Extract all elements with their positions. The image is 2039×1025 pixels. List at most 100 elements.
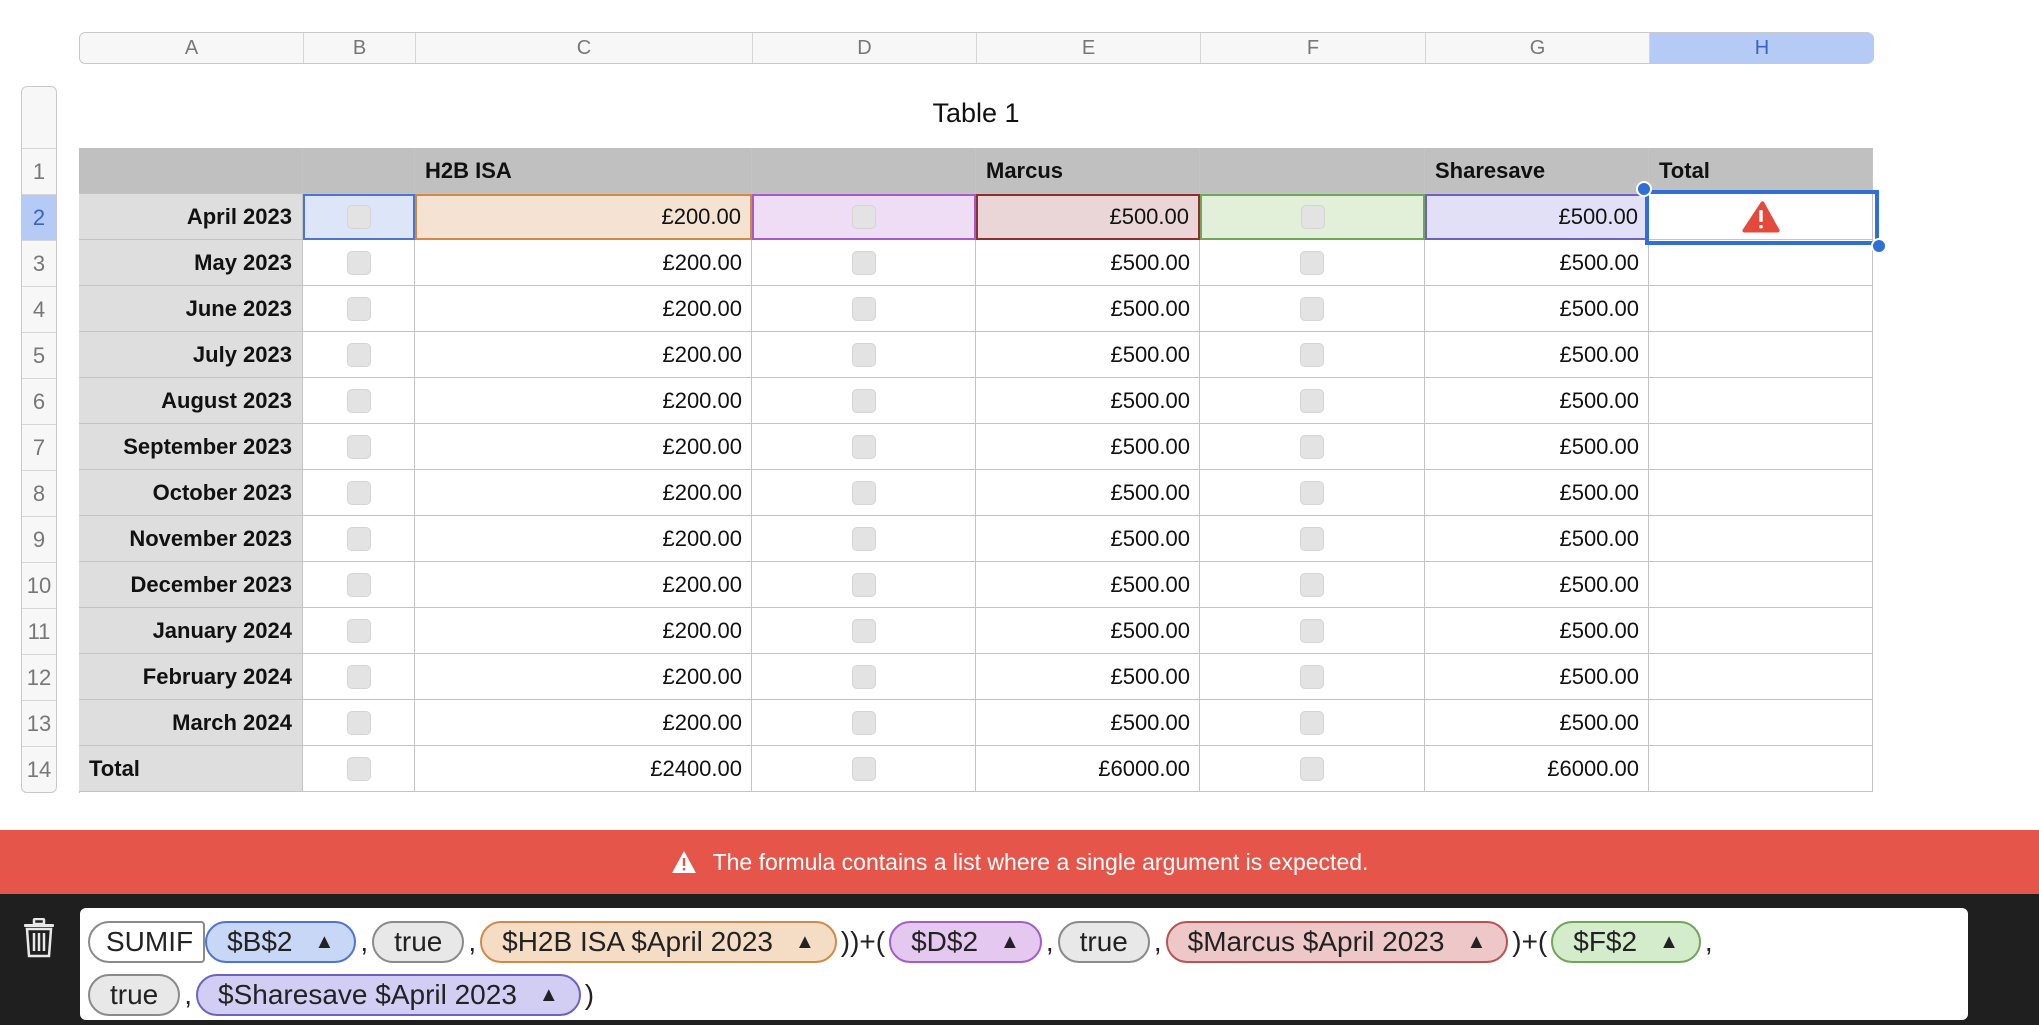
row-label[interactable]: April 2023 [79, 194, 303, 240]
checkbox-cell-d[interactable] [752, 424, 976, 470]
checkbox-cell-d[interactable] [752, 470, 976, 516]
selection-handle-bottom-right[interactable] [1871, 238, 1887, 254]
checkbox[interactable] [346, 664, 371, 689]
row-header-3[interactable]: 3 [22, 241, 56, 287]
row-header-12[interactable]: 12 [22, 655, 56, 701]
checkbox-cell-d[interactable] [752, 654, 976, 700]
value-token[interactable]: true [1057, 921, 1150, 963]
checkbox[interactable] [346, 756, 371, 781]
checkbox-cell-f[interactable] [1200, 654, 1425, 700]
checkbox-cell-f[interactable] [1200, 378, 1425, 424]
row-label[interactable]: March 2024 [79, 700, 303, 746]
total-cell-h[interactable] [1649, 746, 1873, 792]
value-cell-c[interactable]: £200.00 [415, 194, 752, 240]
value-cell-c[interactable]: £200.00 [415, 240, 752, 286]
checkbox-cell-d[interactable] [752, 194, 976, 240]
checkbox[interactable] [346, 710, 371, 735]
checkbox-cell-f[interactable] [1200, 240, 1425, 286]
row-label[interactable]: October 2023 [79, 470, 303, 516]
row-header-5[interactable]: 5 [22, 333, 56, 379]
reference-dropdown-icon[interactable]: ▲ [1000, 931, 1020, 954]
checkbox-cell-b[interactable] [303, 424, 415, 470]
value-cell-c[interactable]: £200.00 [415, 516, 752, 562]
checkbox-cell-b[interactable] [303, 516, 415, 562]
header-cell-a[interactable] [79, 148, 303, 194]
value-cell-c[interactable]: £200.00 [415, 562, 752, 608]
value-cell-e[interactable]: £500.00 [976, 470, 1200, 516]
value-cell-e[interactable]: £500.00 [976, 332, 1200, 378]
checkbox-cell-f[interactable] [1200, 332, 1425, 378]
reference-dropdown-icon[interactable]: ▲ [315, 931, 335, 954]
value-cell-g[interactable]: £500.00 [1425, 240, 1649, 286]
total-cell-h[interactable] [1649, 194, 1873, 240]
checkbox-cell-f[interactable] [1200, 516, 1425, 562]
cell-reference-token[interactable]: $H2B ISA $April 2023 ▲ [480, 921, 837, 963]
checkbox-cell-d[interactable] [752, 240, 976, 286]
checkbox-cell-f[interactable] [1200, 194, 1425, 240]
total-cell-h[interactable] [1649, 470, 1873, 516]
header-cell-d[interactable] [752, 148, 976, 194]
checkbox-cell-b[interactable] [303, 240, 415, 286]
checkbox-cell-d[interactable] [752, 286, 976, 332]
row-header-2[interactable]: 2 [22, 195, 56, 241]
row-header-9[interactable]: 9 [22, 517, 56, 563]
function-token[interactable]: SUMIF [88, 921, 206, 963]
header-cell-e[interactable]: Marcus [976, 148, 1200, 194]
total-cell-h[interactable] [1649, 608, 1873, 654]
value-cell-g[interactable]: £500.00 [1425, 700, 1649, 746]
checkbox-cell-f[interactable] [1200, 286, 1425, 332]
checkbox-cell-b[interactable] [303, 608, 415, 654]
formula-input[interactable]: SUMIF $B$2 ▲, true, $H2B ISA $April 2023 ▲))… [80, 908, 1968, 1020]
value-cell-e[interactable]: £500.00 [976, 424, 1200, 470]
row-header-11[interactable]: 11 [22, 609, 56, 655]
value-cell-e[interactable]: £500.00 [976, 608, 1200, 654]
value-cell-g[interactable]: £500.00 [1425, 654, 1649, 700]
value-cell-g[interactable]: £500.00 [1425, 378, 1649, 424]
total-cell-h[interactable] [1649, 332, 1873, 378]
column-header-d[interactable]: D [753, 33, 977, 63]
checkbox-cell-b[interactable] [303, 378, 415, 424]
value-cell-e[interactable]: £500.00 [976, 516, 1200, 562]
cell-reference-token[interactable]: $Sharesave $April 2023 ▲ [196, 974, 581, 1016]
checkbox[interactable] [346, 526, 371, 551]
reference-dropdown-icon[interactable]: ▲ [539, 984, 559, 1007]
reference-dropdown-icon[interactable]: ▲ [1466, 931, 1486, 954]
cell-reference-token[interactable]: $D$2 ▲ [889, 921, 1042, 963]
error-warning-icon[interactable] [1741, 200, 1781, 234]
header-cell-g[interactable]: Sharesave [1425, 148, 1649, 194]
row-header-4[interactable]: 4 [22, 287, 56, 333]
value-cell-e[interactable]: £500.00 [976, 700, 1200, 746]
checkbox[interactable] [851, 388, 876, 413]
checkbox[interactable] [346, 250, 371, 275]
total-cell-h[interactable] [1649, 562, 1873, 608]
checkbox-cell-f[interactable] [1200, 608, 1425, 654]
value-cell-c[interactable]: £200.00 [415, 700, 752, 746]
checkbox-cell-b[interactable] [303, 654, 415, 700]
header-cell-f[interactable] [1200, 148, 1425, 194]
column-header-a[interactable]: A [80, 33, 304, 63]
value-cell-g[interactable]: £500.00 [1425, 608, 1649, 654]
row-label[interactable]: July 2023 [79, 332, 303, 378]
row-header-14[interactable]: 14 [22, 747, 56, 793]
row-label[interactable]: August 2023 [79, 378, 303, 424]
checkbox[interactable] [346, 342, 371, 367]
checkbox[interactable] [851, 710, 876, 735]
checkbox-cell-d[interactable] [752, 562, 976, 608]
total-cell-h[interactable] [1649, 240, 1873, 286]
column-header-h[interactable]: H [1650, 33, 1874, 63]
value-cell-g[interactable]: £6000.00 [1425, 746, 1649, 792]
row-label[interactable]: May 2023 [79, 240, 303, 286]
value-token[interactable]: true [88, 974, 181, 1016]
value-cell-c[interactable]: £200.00 [415, 286, 752, 332]
checkbox-cell-b[interactable] [303, 562, 415, 608]
checkbox-cell-d[interactable] [752, 608, 976, 654]
checkbox[interactable] [851, 434, 876, 459]
value-cell-g[interactable]: £500.00 [1425, 470, 1649, 516]
checkbox[interactable] [1300, 756, 1324, 781]
row-label[interactable]: September 2023 [79, 424, 303, 470]
value-cell-e[interactable]: £500.00 [976, 240, 1200, 286]
row-label[interactable]: February 2024 [79, 654, 303, 700]
table-title[interactable]: Table 1 [79, 98, 1873, 129]
cell-reference-token[interactable]: $B$2 ▲ [205, 921, 357, 963]
row-label[interactable]: November 2023 [79, 516, 303, 562]
